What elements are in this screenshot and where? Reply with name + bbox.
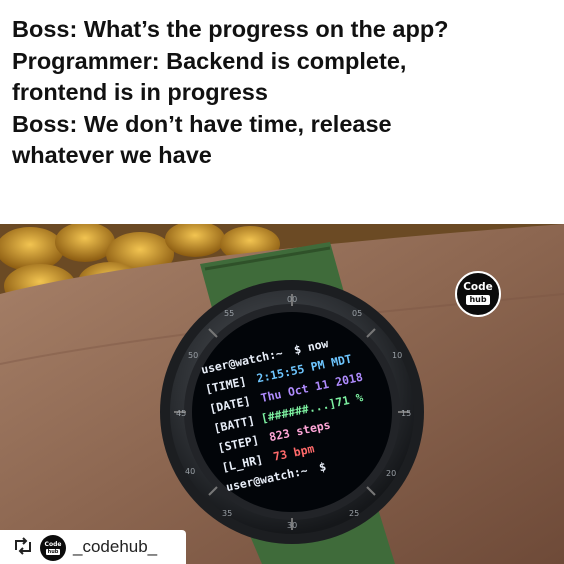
caption-line: Programmer: Backend is complete, [12,47,407,74]
svg-text:20: 20 [386,469,396,478]
account-handle[interactable]: _codehub_ [73,537,157,557]
svg-text:50: 50 [188,351,198,360]
retweet-icon[interactable] [12,536,34,556]
caption-line: Boss: We don’t have time, release [12,110,392,137]
codehub-logo: Code hub [455,271,501,317]
svg-text:45: 45 [176,409,186,418]
svg-text:35: 35 [222,509,232,518]
caption-line: Boss: What’s the progress on the app? [12,16,449,42]
svg-text:30: 30 [287,521,297,530]
codehub-avatar[interactable]: Code hub [40,535,66,561]
caption-line: frontend is in progress [12,79,268,105]
repost-credit[interactable]: Code hub _codehub_ [0,530,186,564]
svg-text:00: 00 [287,295,297,304]
svg-text:55: 55 [224,309,234,318]
caption-line: whatever we have [12,142,212,168]
svg-text:10: 10 [392,351,402,360]
svg-text:15: 15 [401,409,411,418]
svg-text:40: 40 [185,467,195,476]
svg-text:05: 05 [352,309,362,318]
svg-text:25: 25 [349,509,359,518]
meme-caption: Boss: What’s the progress on the app? Pr… [12,14,557,172]
